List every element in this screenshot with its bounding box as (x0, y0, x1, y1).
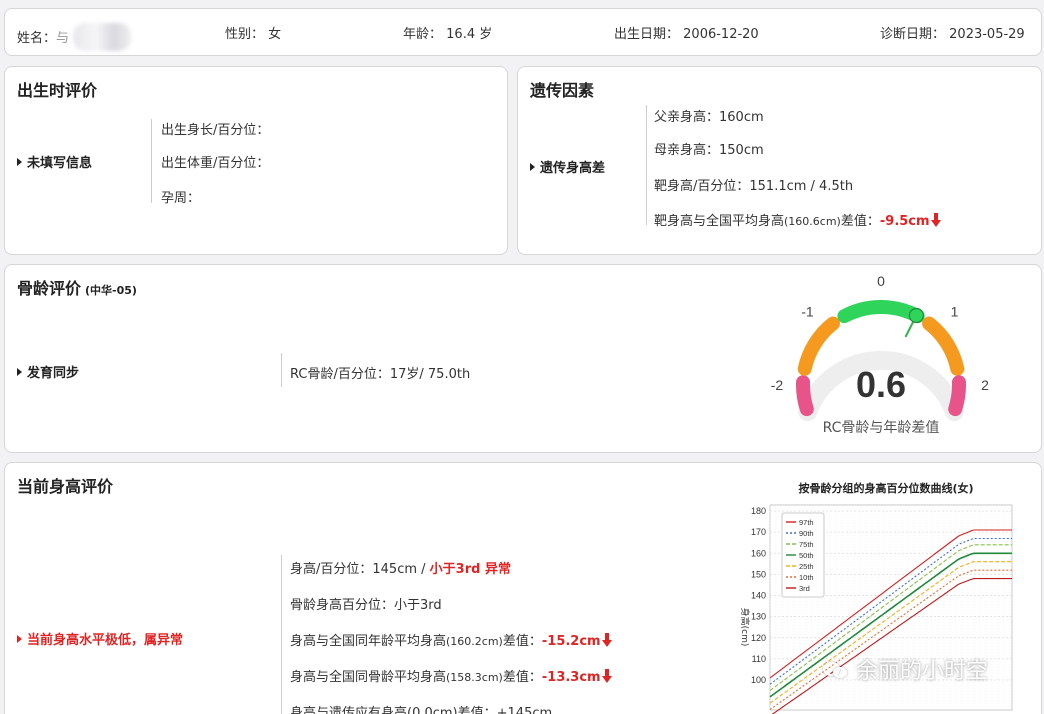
legend-label: 10th (799, 573, 814, 582)
height-evaluation-card: 当前身高评价 当前身高水平极低，属异常 身高/百分位：145cm / 小于3rd… (4, 462, 1042, 714)
diagnosis-date: 诊断日期： 2023-05-29 (880, 27, 1025, 42)
chart-ytick-label: 140 (751, 591, 766, 601)
divider (151, 119, 152, 203)
chart-ytick-label: 130 (751, 612, 766, 622)
gauge-seg-low (796, 375, 814, 417)
gauge-seg-normal (837, 300, 925, 324)
rc-bone-age-row: RC骨龄/百分位：17岁/ 75.0th (290, 367, 471, 382)
genetic-factors-card: 遗传因素 遗传身高差 父亲身高：160cm 母亲身高：150cm 靶身高/百分位… (517, 66, 1042, 255)
chart-ytick-label: 180 (751, 506, 766, 516)
bone-age-status: 发育同步 (17, 362, 79, 381)
father-height-row: 父亲身高：160cm (654, 110, 764, 125)
divider (281, 353, 282, 387)
height-percentile-row: 身高/百分位：145cm / 小于3rd 异常 (290, 562, 511, 577)
height-vs-genetic-row: 身高与遗传应有身高(0.0cm)差值：+145cm (290, 706, 553, 714)
arrow-down-icon (930, 213, 941, 227)
height-status: 当前身高水平极低，属异常 (17, 629, 183, 648)
bone-age-gauge: -2 -1 0 1 2 0.6 RC骨龄与年龄差值 (771, 273, 989, 436)
gestation-row: 孕周： (161, 191, 201, 206)
patient-birthdate: 出生日期： 2006-12-20 (614, 27, 759, 42)
arrow-down-icon (601, 669, 612, 683)
triangle-right-icon (17, 368, 22, 376)
chart-ylabel: 身高(cm) (739, 608, 751, 647)
legend-label: 97th (799, 518, 814, 527)
legend-label: 75th (799, 540, 814, 549)
mother-height-row: 母亲身高：150cm (654, 143, 764, 158)
chart-ytick-label: 100 (751, 675, 766, 685)
patient-name: 姓名：与 (17, 23, 132, 51)
bone-age-card: 骨龄评价 (中华-05) 发育同步 RC骨龄/百分位：17岁/ 75.0th -2… (4, 264, 1042, 453)
patient-header: 姓名：与 性别： 女 年龄： 16.4 岁 出生日期： 2006-12-20 诊… (4, 8, 1042, 56)
patient-age: 年龄： 16.4 岁 (403, 27, 493, 42)
height-vs-bone-age-row: 身高与全国同骨龄平均身高(158.3cm)差值：-13.3cm (290, 666, 612, 685)
birth-evaluation-title: 出生时评价 (17, 81, 98, 100)
gauge-seg-high (948, 375, 966, 417)
name-redaction (73, 23, 132, 51)
chart-ytick-label: 120 (751, 633, 766, 643)
gauge-caption: RC骨龄与年龄差值 (823, 420, 940, 436)
gauge-tick-label: -2 (771, 377, 784, 393)
triangle-right-icon (17, 635, 22, 643)
divider (646, 105, 647, 225)
chart-legend: 97th 90th 75th 50th 25th 10th 3rd (781, 512, 825, 598)
gauge-tick-label: 1 (951, 303, 959, 319)
gauge-tick-label: -1 (801, 303, 814, 319)
watermark: 余丽的小时空 (823, 653, 988, 685)
genetic-title: 遗传因素 (530, 81, 595, 100)
bone-age-height-percentile-row: 骨龄身高百分位：小于3rd (290, 598, 442, 613)
gauge-tick-label: 0 (877, 273, 885, 289)
arrow-down-icon (601, 633, 612, 647)
birth-evaluation-card: 出生时评价 未填写信息 出生身长/百分位： 出生体重/百分位： 孕周： (4, 66, 508, 255)
gauge-knob (908, 307, 925, 324)
birth-length-row: 出生身长/百分位： (161, 123, 270, 138)
chart-ytick-label: 150 (751, 569, 766, 579)
triangle-right-icon (530, 163, 535, 171)
height-evaluation-title: 当前身高评价 (17, 477, 114, 496)
patient-gender: 性别： 女 (225, 27, 282, 42)
bone-age-title: 骨龄评价 (中华-05) (17, 279, 137, 298)
chart-title: 按骨龄分组的身高百分位数曲线(女) (798, 481, 973, 495)
birth-status: 未填写信息 (17, 152, 92, 171)
gauge-tick-label: 2 (981, 377, 989, 393)
birth-weight-row: 出生体重/百分位： (161, 156, 270, 171)
divider (281, 555, 282, 714)
gauge-seg-below (797, 316, 840, 376)
gauge-seg-above (922, 316, 965, 376)
chart-ytick-label: 110 (752, 654, 766, 664)
chart-ytick-label: 160 (751, 548, 766, 558)
legend-label: 25th (799, 562, 814, 571)
legend-label: 3rd (799, 584, 810, 593)
legend-label: 90th (799, 529, 814, 538)
genetic-status: 遗传身高差 (530, 157, 605, 176)
height-vs-age-row: 身高与全国同年龄平均身高(160.2cm)差值：-15.2cm (290, 630, 612, 649)
gauge-value: 0.6 (856, 364, 906, 405)
legend-label: 50th (799, 551, 814, 560)
target-height-row: 靶身高/百分位：151.1cm / 4.5th (654, 179, 854, 194)
triangle-right-icon (17, 158, 22, 166)
chart-ytick-label: 170 (751, 527, 766, 537)
wechat-icon (823, 660, 849, 680)
target-diff-row: 靶身高与全国平均身高(160.6cm)差值：-9.5cm (654, 210, 941, 229)
